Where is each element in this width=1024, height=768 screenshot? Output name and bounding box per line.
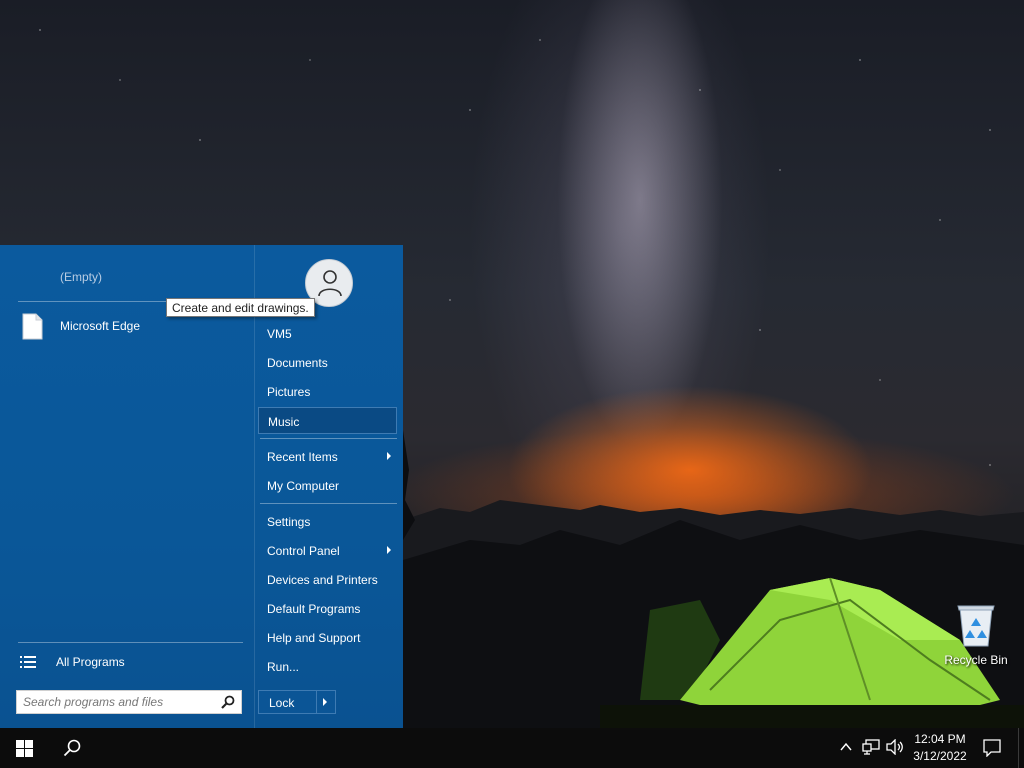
notification-icon[interactable] bbox=[983, 739, 1001, 757]
menu-item-pictures[interactable]: Pictures bbox=[258, 378, 397, 405]
menu-item-label: My Computer bbox=[267, 479, 340, 493]
program-label: Microsoft Edge bbox=[60, 319, 141, 333]
submenu-arrow-icon bbox=[387, 452, 391, 460]
start-menu-left-pane: (Empty) Microsoft Edge All Programs bbox=[0, 245, 254, 728]
right-pane-divider bbox=[260, 438, 397, 439]
menu-item-run[interactable]: Run... bbox=[258, 653, 397, 680]
menu-item-label: Default Programs bbox=[267, 602, 361, 616]
start-button[interactable] bbox=[0, 728, 48, 768]
taskbar-search-button[interactable] bbox=[48, 728, 96, 768]
right-pane-divider bbox=[260, 503, 397, 504]
document-icon bbox=[22, 313, 43, 340]
windows-logo-icon bbox=[16, 740, 33, 757]
menu-item-control-panel[interactable]: Control Panel bbox=[258, 537, 397, 564]
menu-item-recent-items[interactable]: Recent Items bbox=[258, 443, 397, 470]
menu-item-label: Music bbox=[268, 415, 300, 429]
tooltip-text: Create and edit drawings. bbox=[172, 301, 309, 315]
menu-item-label: Run... bbox=[267, 660, 300, 674]
network-icon[interactable] bbox=[862, 739, 880, 755]
user-icon bbox=[318, 270, 342, 297]
lock-label: Lock bbox=[269, 696, 295, 710]
menu-item-documents[interactable]: Documents bbox=[258, 349, 397, 376]
search-icon bbox=[63, 739, 81, 757]
left-pane-divider bbox=[18, 642, 243, 643]
menu-item-label: Devices and Printers bbox=[267, 573, 378, 587]
start-menu: (Empty) Microsoft Edge All Programs Sear… bbox=[0, 245, 403, 728]
menu-item-my-computer[interactable]: My Computer bbox=[258, 472, 397, 499]
tooltip: Create and edit drawings. bbox=[166, 298, 315, 317]
power-options-arrow-icon[interactable] bbox=[323, 698, 327, 706]
start-search-box[interactable] bbox=[16, 690, 242, 714]
menu-item-label: Settings bbox=[267, 515, 311, 529]
search-input[interactable] bbox=[23, 694, 213, 710]
menu-item-label: Pictures bbox=[267, 385, 311, 399]
menu-item-settings[interactable]: Settings bbox=[258, 508, 397, 535]
menu-item-vm5[interactable]: VM5 bbox=[258, 320, 397, 347]
volume-icon[interactable] bbox=[886, 739, 904, 755]
all-programs-button[interactable]: All Programs bbox=[0, 647, 254, 677]
taskbar-clock[interactable]: 12:04 PM 3/12/2022 bbox=[908, 731, 972, 765]
submenu-arrow-icon bbox=[387, 546, 391, 554]
menu-item-default-programs[interactable]: Default Programs bbox=[258, 595, 397, 622]
clock-time: 12:04 PM bbox=[914, 732, 966, 746]
menu-item-label: Documents bbox=[267, 356, 328, 370]
lock-button[interactable]: Lock bbox=[258, 690, 336, 714]
show-desktop-button[interactable] bbox=[1018, 728, 1019, 768]
menu-item-help-and-support[interactable]: Help and Support bbox=[258, 624, 397, 651]
menu-item-devices-and-printers[interactable]: Devices and Printers bbox=[258, 566, 397, 593]
clock-date: 3/12/2022 bbox=[913, 749, 967, 763]
start-menu-right-pane: VM5 Documents Pictures Music Recent Item… bbox=[254, 245, 404, 728]
menu-item-label: Control Panel bbox=[267, 544, 340, 558]
chevron-up-icon[interactable] bbox=[839, 740, 853, 754]
menu-item-music[interactable]: Music bbox=[258, 407, 397, 434]
menu-item-label: Recent Items bbox=[267, 450, 338, 464]
recycle-bin-desktop-icon[interactable]: Recycle Bin bbox=[940, 600, 1012, 672]
recycle-bin-icon bbox=[957, 605, 995, 647]
recycle-bin-label: Recycle Bin bbox=[944, 653, 1008, 667]
menu-item-label: VM5 bbox=[267, 327, 292, 341]
search-icon[interactable] bbox=[221, 695, 235, 709]
taskbar: 12:04 PM 3/12/2022 bbox=[0, 728, 1024, 768]
menu-item-label: Help and Support bbox=[267, 631, 361, 645]
pinned-empty-label: (Empty) bbox=[60, 270, 102, 284]
all-programs-label: All Programs bbox=[56, 655, 125, 669]
list-icon bbox=[20, 656, 36, 668]
lock-button-divider bbox=[316, 691, 317, 713]
